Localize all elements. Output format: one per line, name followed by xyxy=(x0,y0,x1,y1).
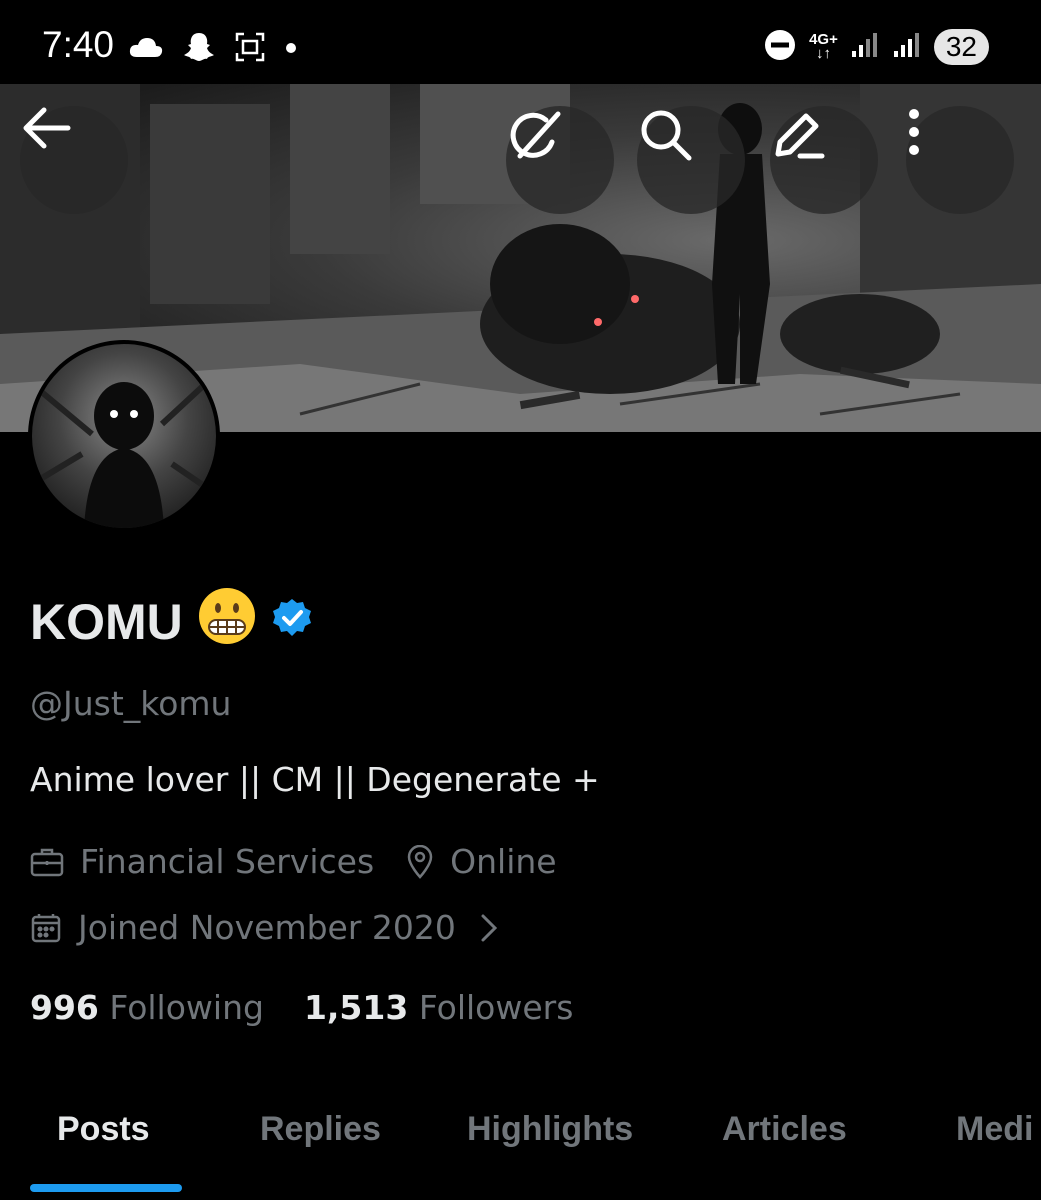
signal-icon-1 xyxy=(850,31,880,63)
profile-bio: Anime lover || CM || Degenerate + xyxy=(30,760,600,799)
signal-icon-2 xyxy=(892,31,922,63)
followers-link[interactable]: 1,513 Followers xyxy=(304,988,573,1027)
dnd-icon xyxy=(763,28,797,66)
profile-meta-row-2[interactable]: Joined November 2020 xyxy=(30,908,498,947)
professional-category: Financial Services xyxy=(80,842,375,881)
profile-meta-row-1: Financial Services Online xyxy=(30,842,557,881)
following-count: 996 xyxy=(30,988,99,1027)
location-pin-icon xyxy=(406,844,434,879)
battery-indicator: 32 xyxy=(933,29,989,65)
following-link[interactable]: 996 Following xyxy=(30,988,264,1027)
calendar-icon xyxy=(30,912,62,944)
followers-count: 1,513 xyxy=(303,988,409,1027)
profile-handle: @Just_komu xyxy=(30,684,232,723)
back-button[interactable] xyxy=(20,106,128,214)
following-label: Following xyxy=(109,988,264,1027)
more-options-button[interactable] xyxy=(906,106,1014,214)
join-date: Joined November 2020 xyxy=(78,908,456,947)
display-name-row: KOMU xyxy=(30,586,313,658)
chevron-right-icon xyxy=(480,913,498,943)
display-name: KOMU xyxy=(30,594,183,650)
avatar[interactable] xyxy=(28,340,220,532)
cloud-icon xyxy=(128,35,164,63)
avatar-image xyxy=(32,344,216,528)
follow-stats: 996 Following 1,513 Followers xyxy=(30,988,573,1027)
network-type: 4G+ ↓↑ xyxy=(809,31,838,62)
screenshot-icon xyxy=(234,31,266,67)
edit-button[interactable] xyxy=(770,106,878,214)
verified-badge-icon[interactable] xyxy=(271,593,313,651)
snapchat-icon xyxy=(182,30,216,68)
tab-replies[interactable]: Replies xyxy=(260,1110,381,1149)
followers-label: Followers xyxy=(418,988,574,1027)
grimacing-emoji xyxy=(197,586,257,658)
grok-button[interactable] xyxy=(506,106,614,214)
tab-highlights[interactable]: Highlights xyxy=(467,1110,633,1149)
status-bar: 7:40 4G+ ↓↑ 32 xyxy=(0,0,1041,84)
search-button[interactable] xyxy=(637,106,745,214)
tab-posts[interactable]: Posts xyxy=(57,1110,150,1149)
briefcase-icon xyxy=(30,847,64,877)
active-tab-indicator xyxy=(30,1184,182,1192)
profile-location: Online xyxy=(450,842,557,881)
status-time: 7:40 xyxy=(42,24,115,65)
notification-dot-icon xyxy=(284,40,298,59)
tab-media[interactable]: Medi xyxy=(956,1110,1033,1149)
tab-articles[interactable]: Articles xyxy=(722,1110,847,1149)
